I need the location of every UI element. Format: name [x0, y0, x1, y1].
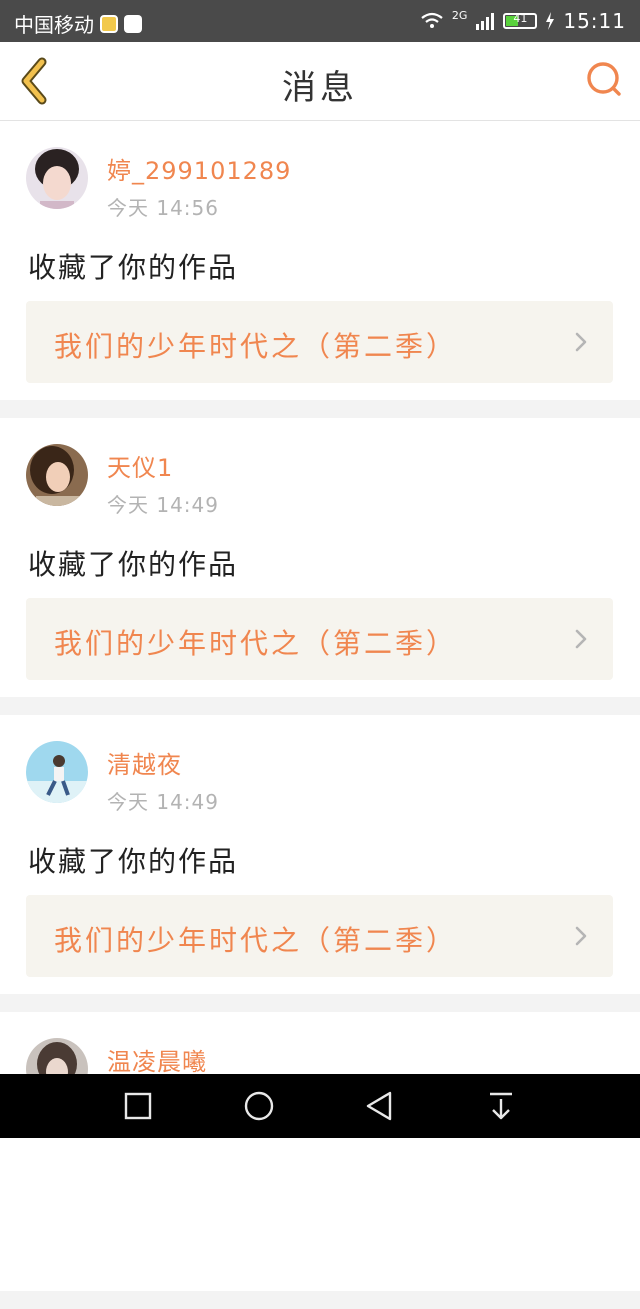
- clock: 15:11: [563, 9, 626, 33]
- battery-icon: 41: [503, 12, 538, 29]
- avatar[interactable]: [26, 147, 88, 209]
- work-link[interactable]: 我们的少年时代之（第二季）: [26, 895, 613, 977]
- page-title: 消息: [282, 68, 358, 108]
- username[interactable]: 婷_299101289: [107, 151, 291, 186]
- chevron-right-icon: [575, 629, 587, 649]
- username[interactable]: 温凌晨曦: [107, 1042, 207, 1077]
- charging-icon: [546, 12, 555, 30]
- username[interactable]: 清越夜: [107, 745, 182, 780]
- work-title: 我们的少年时代之（第二季）: [54, 330, 458, 363]
- chevron-right-icon: [575, 332, 587, 352]
- wifi-icon: [421, 12, 443, 28]
- carrier-label: 中国移动: [14, 13, 94, 37]
- status-bar-right: 2G 41 15:11: [420, 9, 626, 33]
- header: 消息: [0, 42, 640, 121]
- search-button[interactable]: [584, 60, 624, 100]
- battery-level: 41: [513, 12, 528, 25]
- search-icon: [587, 62, 621, 96]
- message-time: 今天 14:56: [107, 196, 219, 220]
- message-time: 今天 14:49: [107, 790, 219, 814]
- work-link[interactable]: 我们的少年时代之（第二季）: [26, 598, 613, 680]
- message-card: 天仪1 今天 14:49 收藏了你的作品 我们的少年时代之（第二季）: [0, 418, 640, 697]
- work-title: 我们的少年时代之（第二季）: [54, 924, 458, 957]
- avatar[interactable]: [26, 741, 88, 803]
- chevron-right-icon: [575, 926, 587, 946]
- status-bar: 中国移动 2G 41 15:11: [0, 0, 640, 42]
- avatar[interactable]: [26, 444, 88, 506]
- message-action: 收藏了你的作品: [28, 845, 239, 878]
- message-action: 收藏了你的作品: [28, 251, 239, 284]
- username[interactable]: 天仪1: [107, 448, 173, 483]
- browser-app-icon: [100, 14, 118, 33]
- network-type-label: 2G: [451, 8, 468, 22]
- signal-icon: [476, 13, 495, 30]
- message-card: 清越夜 今天 14:49 收藏了你的作品 我们的少年时代之（第二季）: [0, 715, 640, 994]
- message-time: 今天 14:49: [107, 493, 219, 517]
- message-card: 婷_299101289 今天 14:56 收藏了你的作品 我们的少年时代之（第二…: [0, 121, 640, 400]
- message-card: 温凌晨曦: [0, 1012, 640, 1291]
- status-bar-left: 中国移动: [14, 9, 142, 38]
- home-icon[interactable]: [239, 1088, 279, 1124]
- recent-apps-icon[interactable]: [118, 1088, 158, 1124]
- notification-pulldown-icon[interactable]: [481, 1088, 521, 1124]
- work-title: 我们的少年时代之（第二季）: [54, 627, 458, 660]
- work-link[interactable]: 我们的少年时代之（第二季）: [26, 301, 613, 383]
- system-nav-bar: [0, 1074, 640, 1138]
- message-action: 收藏了你的作品: [28, 548, 239, 581]
- back-icon[interactable]: [360, 1088, 400, 1124]
- baidu-app-icon: [124, 14, 142, 33]
